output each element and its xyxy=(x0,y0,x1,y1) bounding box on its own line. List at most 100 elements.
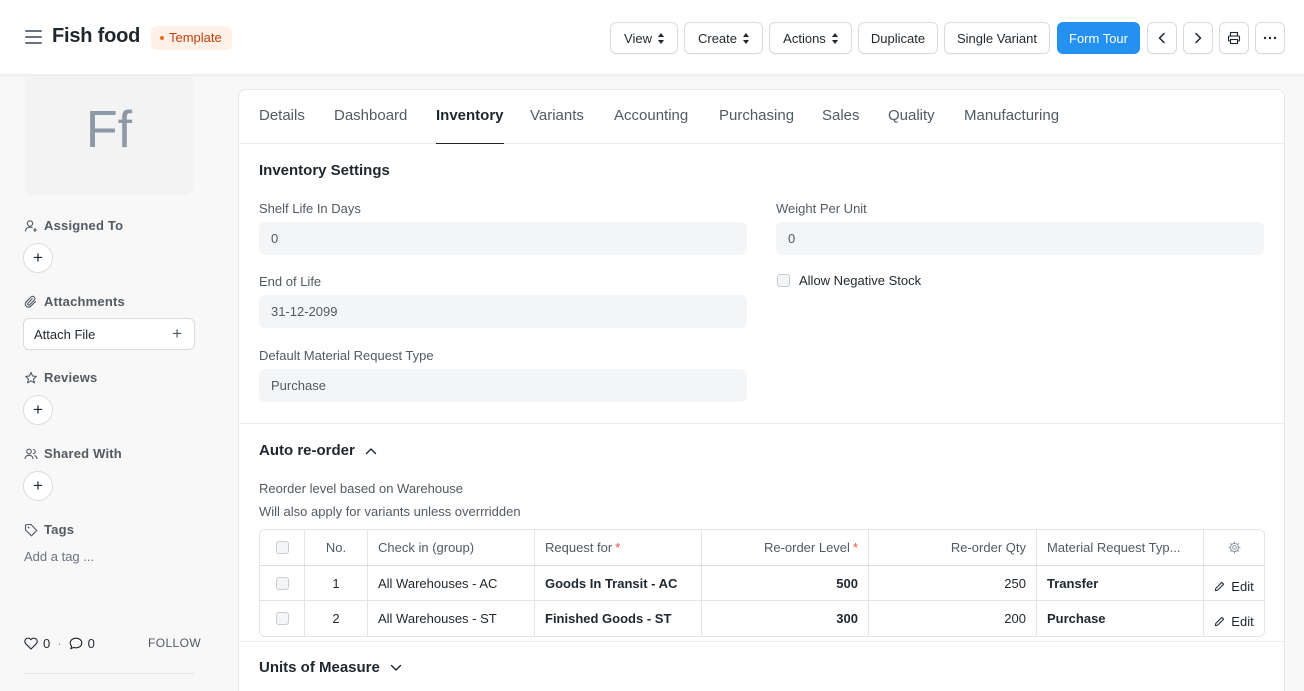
weight-per-unit-label: Weight Per Unit xyxy=(776,201,867,216)
previous-record-button[interactable] xyxy=(1147,22,1177,54)
row-checkbox[interactable] xyxy=(275,612,289,625)
printer-icon xyxy=(1227,31,1241,45)
next-record-button[interactable] xyxy=(1183,22,1213,54)
row-material-request-type[interactable]: Transfer xyxy=(1037,566,1204,600)
row-reorder-level[interactable]: 300 xyxy=(702,601,869,636)
tab-inventory[interactable]: Inventory xyxy=(436,107,504,144)
add-share-button[interactable]: + xyxy=(23,471,53,501)
row-request-for[interactable]: Finished Goods - ST xyxy=(535,601,702,636)
required-indicator: * xyxy=(852,540,858,555)
auto-reorder-heading[interactable]: Auto re-order xyxy=(259,442,377,459)
column-header-material-request-type: Material Request Typ... xyxy=(1037,530,1204,565)
attachments-heading: Attachments xyxy=(24,294,125,309)
material-request-type-select[interactable]: Purchase xyxy=(259,369,747,402)
status-badge: Template xyxy=(151,26,232,50)
duplicate-button-label: Duplicate xyxy=(870,30,926,46)
users-icon xyxy=(24,448,38,459)
shared-with-label: Shared With xyxy=(44,446,122,461)
row-edit-button[interactable]: Edit xyxy=(1214,614,1254,629)
end-of-life-input[interactable]: 31-12-2099 xyxy=(259,295,747,328)
tab-quality[interactable]: Quality xyxy=(888,107,935,144)
tab-purchasing[interactable]: Purchasing xyxy=(719,107,794,144)
weight-per-unit-input[interactable]: 0 xyxy=(776,222,1264,255)
form-tabs: Details Dashboard Inventory Variants Acc… xyxy=(239,90,1284,144)
tab-variants[interactable]: Variants xyxy=(530,107,584,144)
select-all-checkbox[interactable] xyxy=(275,541,289,554)
reorder-table: No. Check in (group) Request for * Re-ord… xyxy=(259,529,1265,637)
material-request-type-value: Purchase xyxy=(271,378,326,393)
status-badge-label: Template xyxy=(169,30,222,45)
row-reorder-level[interactable]: 500 xyxy=(702,566,869,600)
units-of-measure-heading[interactable]: Units of Measure xyxy=(259,659,402,676)
chevron-updown-icon xyxy=(657,32,664,44)
print-button[interactable] xyxy=(1219,22,1249,54)
row-check-in[interactable]: All Warehouses - AC xyxy=(368,566,535,600)
add-tag-link[interactable]: Add a tag ... xyxy=(24,549,94,564)
hamburger-menu-icon[interactable] xyxy=(25,30,42,44)
form-tour-button-label: Form Tour xyxy=(1069,30,1128,46)
reorder-description-line-2: Will also apply for variants unless over… xyxy=(259,504,521,519)
row-no: 2 xyxy=(305,601,368,636)
end-of-life-value: 31-12-2099 xyxy=(271,304,338,319)
column-header-check-in: Check in (group) xyxy=(368,530,535,565)
view-button[interactable]: View xyxy=(610,22,678,54)
row-check-in[interactable]: All Warehouses - ST xyxy=(368,601,535,636)
row-request-for[interactable]: Goods In Transit - AC xyxy=(535,566,702,600)
form-tour-button[interactable]: Form Tour xyxy=(1057,22,1140,54)
tab-manufacturing[interactable]: Manufacturing xyxy=(964,107,1059,144)
assigned-to-heading: Assigned To xyxy=(24,218,123,233)
column-settings-cell[interactable] xyxy=(1204,530,1264,565)
actions-button[interactable]: Actions xyxy=(769,22,852,54)
attachments-label: Attachments xyxy=(44,294,125,309)
units-of-measure-label: Units of Measure xyxy=(259,659,380,676)
row-reorder-qty[interactable]: 250 xyxy=(869,566,1037,600)
column-header-reorder-qty: Re-order Qty xyxy=(869,530,1037,565)
shared-with-heading: Shared With xyxy=(24,446,122,461)
end-of-life-label: End of Life xyxy=(259,274,322,289)
chevron-left-icon xyxy=(1158,32,1165,44)
request-for-header-label: Request for xyxy=(545,540,613,555)
plus-icon: + xyxy=(33,248,43,267)
row-reorder-qty[interactable]: 200 xyxy=(869,601,1037,636)
row-edit-button[interactable]: Edit xyxy=(1214,578,1254,594)
page-title: Fish food xyxy=(52,25,141,47)
create-button-label: Create xyxy=(697,30,738,46)
table-row[interactable]: 2 All Warehouses - ST Finished Goods - S… xyxy=(260,601,1264,636)
user-plus-icon xyxy=(24,219,37,232)
chevron-up-icon xyxy=(365,447,377,454)
row-edit-cell: Edit xyxy=(1204,601,1264,636)
tab-dashboard[interactable]: Dashboard xyxy=(334,107,407,144)
row-material-request-type[interactable]: Purchase xyxy=(1037,601,1204,636)
star-icon xyxy=(25,371,37,383)
table-row[interactable]: 1 All Warehouses - AC Goods In Transit -… xyxy=(260,566,1264,601)
attach-file-button[interactable]: Attach File + xyxy=(23,318,195,350)
tab-accounting[interactable]: Accounting xyxy=(614,107,688,144)
allow-negative-stock-field: Allow Negative Stock xyxy=(777,273,921,288)
auto-reorder-label: Auto re-order xyxy=(259,442,355,459)
shelf-life-label: Shelf Life In Days xyxy=(259,201,361,216)
row-checkbox[interactable] xyxy=(275,576,289,590)
chevron-updown-icon xyxy=(831,32,838,44)
page-header: Fish food Template View Create Actions D… xyxy=(0,0,1304,75)
shelf-life-input[interactable]: 0 xyxy=(259,222,747,255)
heart-icon[interactable] xyxy=(24,637,38,650)
more-options-button[interactable] xyxy=(1255,22,1285,54)
section-divider xyxy=(239,641,1284,642)
create-button[interactable]: Create xyxy=(684,22,763,54)
table-header-row: No. Check in (group) Request for * Re-ord… xyxy=(260,530,1264,566)
assigned-to-label: Assigned To xyxy=(44,218,124,233)
row-edit-label: Edit xyxy=(1231,578,1254,594)
add-review-button[interactable]: + xyxy=(23,395,53,425)
reorder-description-line-1: Reorder level based on Warehouse xyxy=(259,481,464,496)
column-header-no: No. xyxy=(305,530,368,565)
tab-sales[interactable]: Sales xyxy=(822,107,860,144)
follow-button[interactable]: FOLLOW xyxy=(148,636,201,650)
add-assignee-button[interactable]: + xyxy=(23,243,53,273)
single-variant-button[interactable]: Single Variant xyxy=(944,22,1050,54)
avatar[interactable]: Ff xyxy=(25,76,193,195)
tab-details[interactable]: Details xyxy=(259,107,305,144)
duplicate-button[interactable]: Duplicate xyxy=(858,22,938,54)
comment-icon[interactable] xyxy=(69,637,83,650)
allow-negative-stock-checkbox[interactable] xyxy=(777,274,790,287)
status-dot-icon xyxy=(160,36,164,40)
